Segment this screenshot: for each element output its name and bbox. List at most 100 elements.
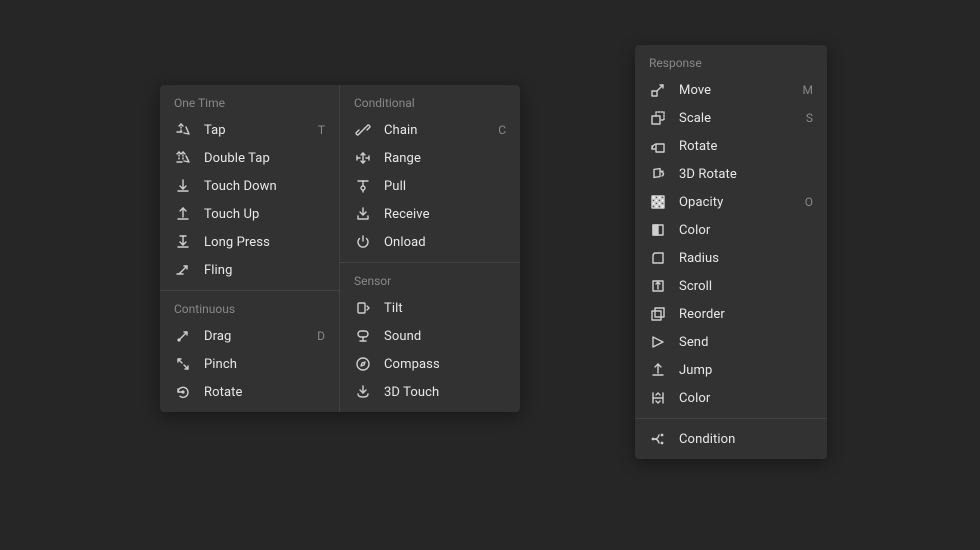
item-label: Range [384, 151, 506, 166]
item-shortcut: T [318, 123, 325, 137]
item-pinch[interactable]: Pinch [160, 350, 339, 378]
item-label: Onload [384, 235, 506, 250]
item-label: Scale [679, 111, 798, 126]
item-fling[interactable]: Fling [160, 256, 339, 284]
item-scroll[interactable]: Scroll [635, 272, 827, 300]
item-drag[interactable]: Drag D [160, 322, 339, 350]
sensor-items: Tilt Sound Compass [340, 294, 520, 412]
item-tilt[interactable]: Tilt [340, 294, 520, 322]
item-label: Rotate [204, 385, 325, 400]
item-label: Chain [384, 123, 490, 138]
section-sensor: Sensor Tilt Sound [340, 262, 520, 412]
item-label: Drag [204, 329, 309, 344]
item-sound[interactable]: Sound [340, 322, 520, 350]
3d-touch-icon [354, 383, 372, 401]
item-compass[interactable]: Compass [340, 350, 520, 378]
section-header-conditional: Conditional [340, 85, 520, 116]
item-receive[interactable]: Receive [340, 200, 520, 228]
rotate-response-icon [649, 137, 667, 155]
response-items: Move M Scale S Rotate 3D Rot [635, 76, 827, 418]
item-chain[interactable]: Chain C [340, 116, 520, 144]
item-label: Touch Up [204, 207, 325, 222]
section-header-continuous: Continuous [160, 291, 339, 322]
range-icon [354, 149, 372, 167]
item-color2[interactable]: Color [635, 384, 827, 412]
double-tap-icon [174, 149, 192, 167]
section-header-response: Response [635, 45, 827, 76]
triggers-col-right: Conditional Chain C Range [340, 85, 520, 412]
receive-icon [354, 205, 372, 223]
item-label: Touch Down [204, 179, 325, 194]
item-label: Color [679, 391, 813, 406]
item-opacity[interactable]: Opacity O [635, 188, 827, 216]
item-tap[interactable]: Tap T [160, 116, 339, 144]
item-3d-touch[interactable]: 3D Touch [340, 378, 520, 406]
item-label: Move [679, 83, 795, 98]
item-label: Sound [384, 329, 506, 344]
section-header-sensor: Sensor [340, 263, 520, 294]
reorder-icon [649, 305, 667, 323]
section-continuous: Continuous Drag D Pinch [160, 290, 339, 412]
item-label: Long Press [204, 235, 325, 250]
triggers-col-left: One Time Tap T Double Tap [160, 85, 340, 412]
item-label: Color [679, 223, 813, 238]
item-move[interactable]: Move M [635, 76, 827, 104]
send-icon [649, 333, 667, 351]
item-radius[interactable]: Radius [635, 244, 827, 272]
condition-icon [649, 430, 667, 448]
section-header-one-time: One Time [160, 85, 339, 116]
touch-up-icon [174, 205, 192, 223]
item-label: Pinch [204, 357, 325, 372]
long-press-icon [174, 233, 192, 251]
rotate-trigger-icon [174, 383, 192, 401]
item-rotate-response[interactable]: Rotate [635, 132, 827, 160]
item-touch-down[interactable]: Touch Down [160, 172, 339, 200]
section-response: Response Move M Scale S Rotate [635, 45, 827, 459]
item-label: 3D Touch [384, 385, 506, 400]
item-pull[interactable]: Pull [340, 172, 520, 200]
fling-icon [174, 261, 192, 279]
item-color[interactable]: Color [635, 216, 827, 244]
item-label: Send [679, 335, 813, 350]
item-touch-up[interactable]: Touch Up [160, 200, 339, 228]
item-label: Pull [384, 179, 506, 194]
item-label: Double Tap [204, 151, 325, 166]
item-label: Radius [679, 251, 813, 266]
item-shortcut: C [498, 123, 506, 137]
sound-icon [354, 327, 372, 345]
scroll-icon [649, 277, 667, 295]
item-label: Receive [384, 207, 506, 222]
one-time-items: Tap T Double Tap Touch Down [160, 116, 339, 290]
item-label: Tilt [384, 301, 506, 316]
item-jump[interactable]: Jump [635, 356, 827, 384]
item-condition[interactable]: Condition [635, 418, 827, 459]
item-double-tap[interactable]: Double Tap [160, 144, 339, 172]
triggers-panel: One Time Tap T Double Tap [160, 85, 520, 412]
item-scale[interactable]: Scale S [635, 104, 827, 132]
item-shortcut: D [317, 329, 325, 343]
drag-icon [174, 327, 192, 345]
chain-icon [354, 121, 372, 139]
item-3d-rotate[interactable]: 3D Rotate [635, 160, 827, 188]
item-shortcut: S [806, 111, 813, 125]
response-panel: Response Move M Scale S Rotate [635, 45, 827, 459]
item-send[interactable]: Send [635, 328, 827, 356]
item-range[interactable]: Range [340, 144, 520, 172]
tilt-icon [354, 299, 372, 317]
item-label: Compass [384, 357, 506, 372]
compass-icon [354, 355, 372, 373]
item-rotate[interactable]: Rotate [160, 378, 339, 406]
pull-icon [354, 177, 372, 195]
item-label: 3D Rotate [679, 167, 813, 182]
item-long-press[interactable]: Long Press [160, 228, 339, 256]
item-shortcut: M [803, 83, 813, 97]
item-label: Scroll [679, 279, 813, 294]
item-label: Opacity [679, 195, 797, 210]
pinch-icon [174, 355, 192, 373]
item-shortcut: O [805, 195, 813, 209]
item-reorder[interactable]: Reorder [635, 300, 827, 328]
item-label: Reorder [679, 307, 813, 322]
opacity-icon [649, 193, 667, 211]
continuous-items: Drag D Pinch Rotate [160, 322, 339, 412]
item-onload[interactable]: Onload [340, 228, 520, 256]
